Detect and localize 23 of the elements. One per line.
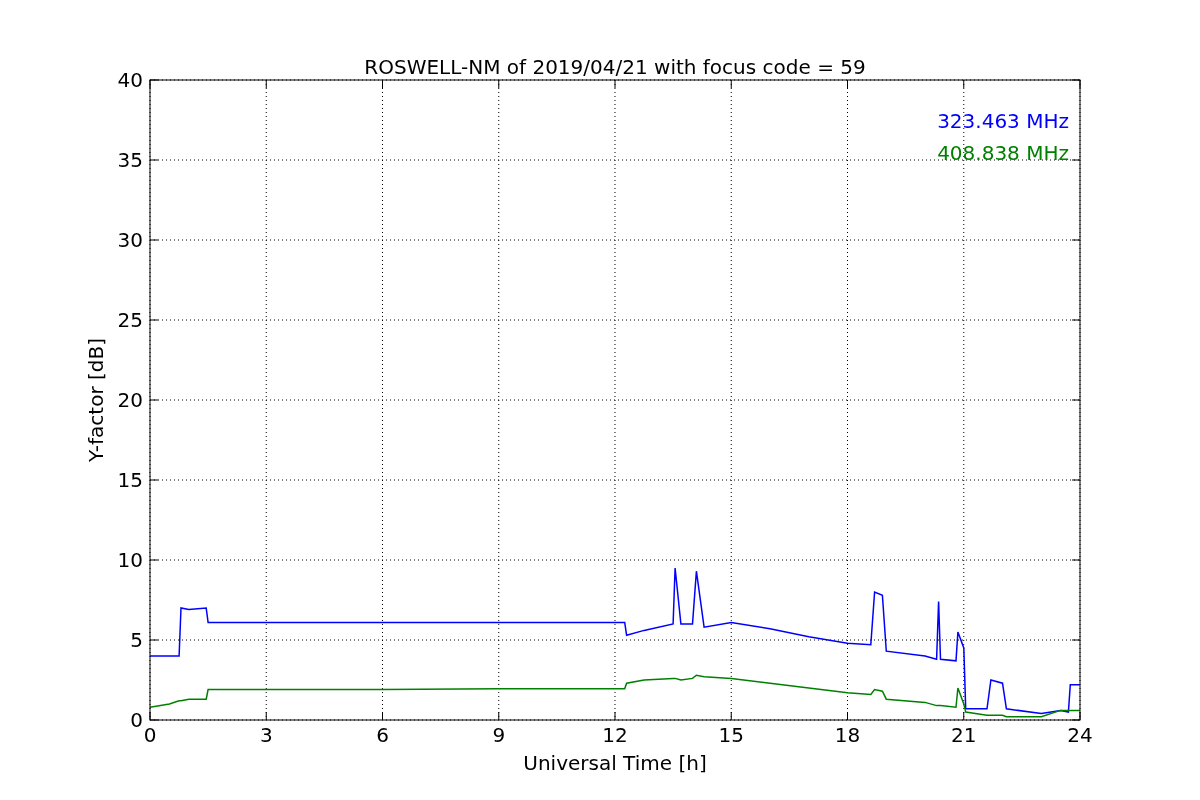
y-tick-label: 30: [117, 228, 143, 252]
y-tick-label: 40: [117, 68, 143, 92]
y-tick-label: 25: [117, 308, 143, 332]
x-axis-label: Universal Time [h]: [523, 751, 707, 775]
x-tick-label: 21: [951, 723, 977, 747]
x-tick-label: 0: [143, 723, 157, 747]
y-tick-label: 10: [117, 548, 143, 572]
x-tick-label: 6: [376, 723, 389, 747]
x-tick-label: 18: [834, 723, 861, 747]
x-tick-label: 9: [492, 723, 506, 747]
y-tick-label: 0: [130, 708, 143, 732]
legend-label: 408.838 MHz: [937, 141, 1069, 165]
x-tick-label: 3: [259, 723, 273, 747]
x-tick-label: 12: [602, 723, 628, 747]
y-tick-label: 20: [117, 388, 143, 412]
y-axis-label: Y-factor [dB]: [84, 338, 108, 462]
y-tick-label: 35: [117, 148, 143, 172]
x-tick-label: 15: [718, 723, 744, 747]
y-tick-label: 5: [130, 628, 143, 652]
chart-title: ROSWELL-NM of 2019/04/21 with focus code = 59: [364, 55, 866, 79]
x-tick-label: 24: [1067, 723, 1093, 747]
y-tick-label: 15: [117, 468, 143, 492]
legend-label: 323.463 MHz: [937, 109, 1069, 133]
